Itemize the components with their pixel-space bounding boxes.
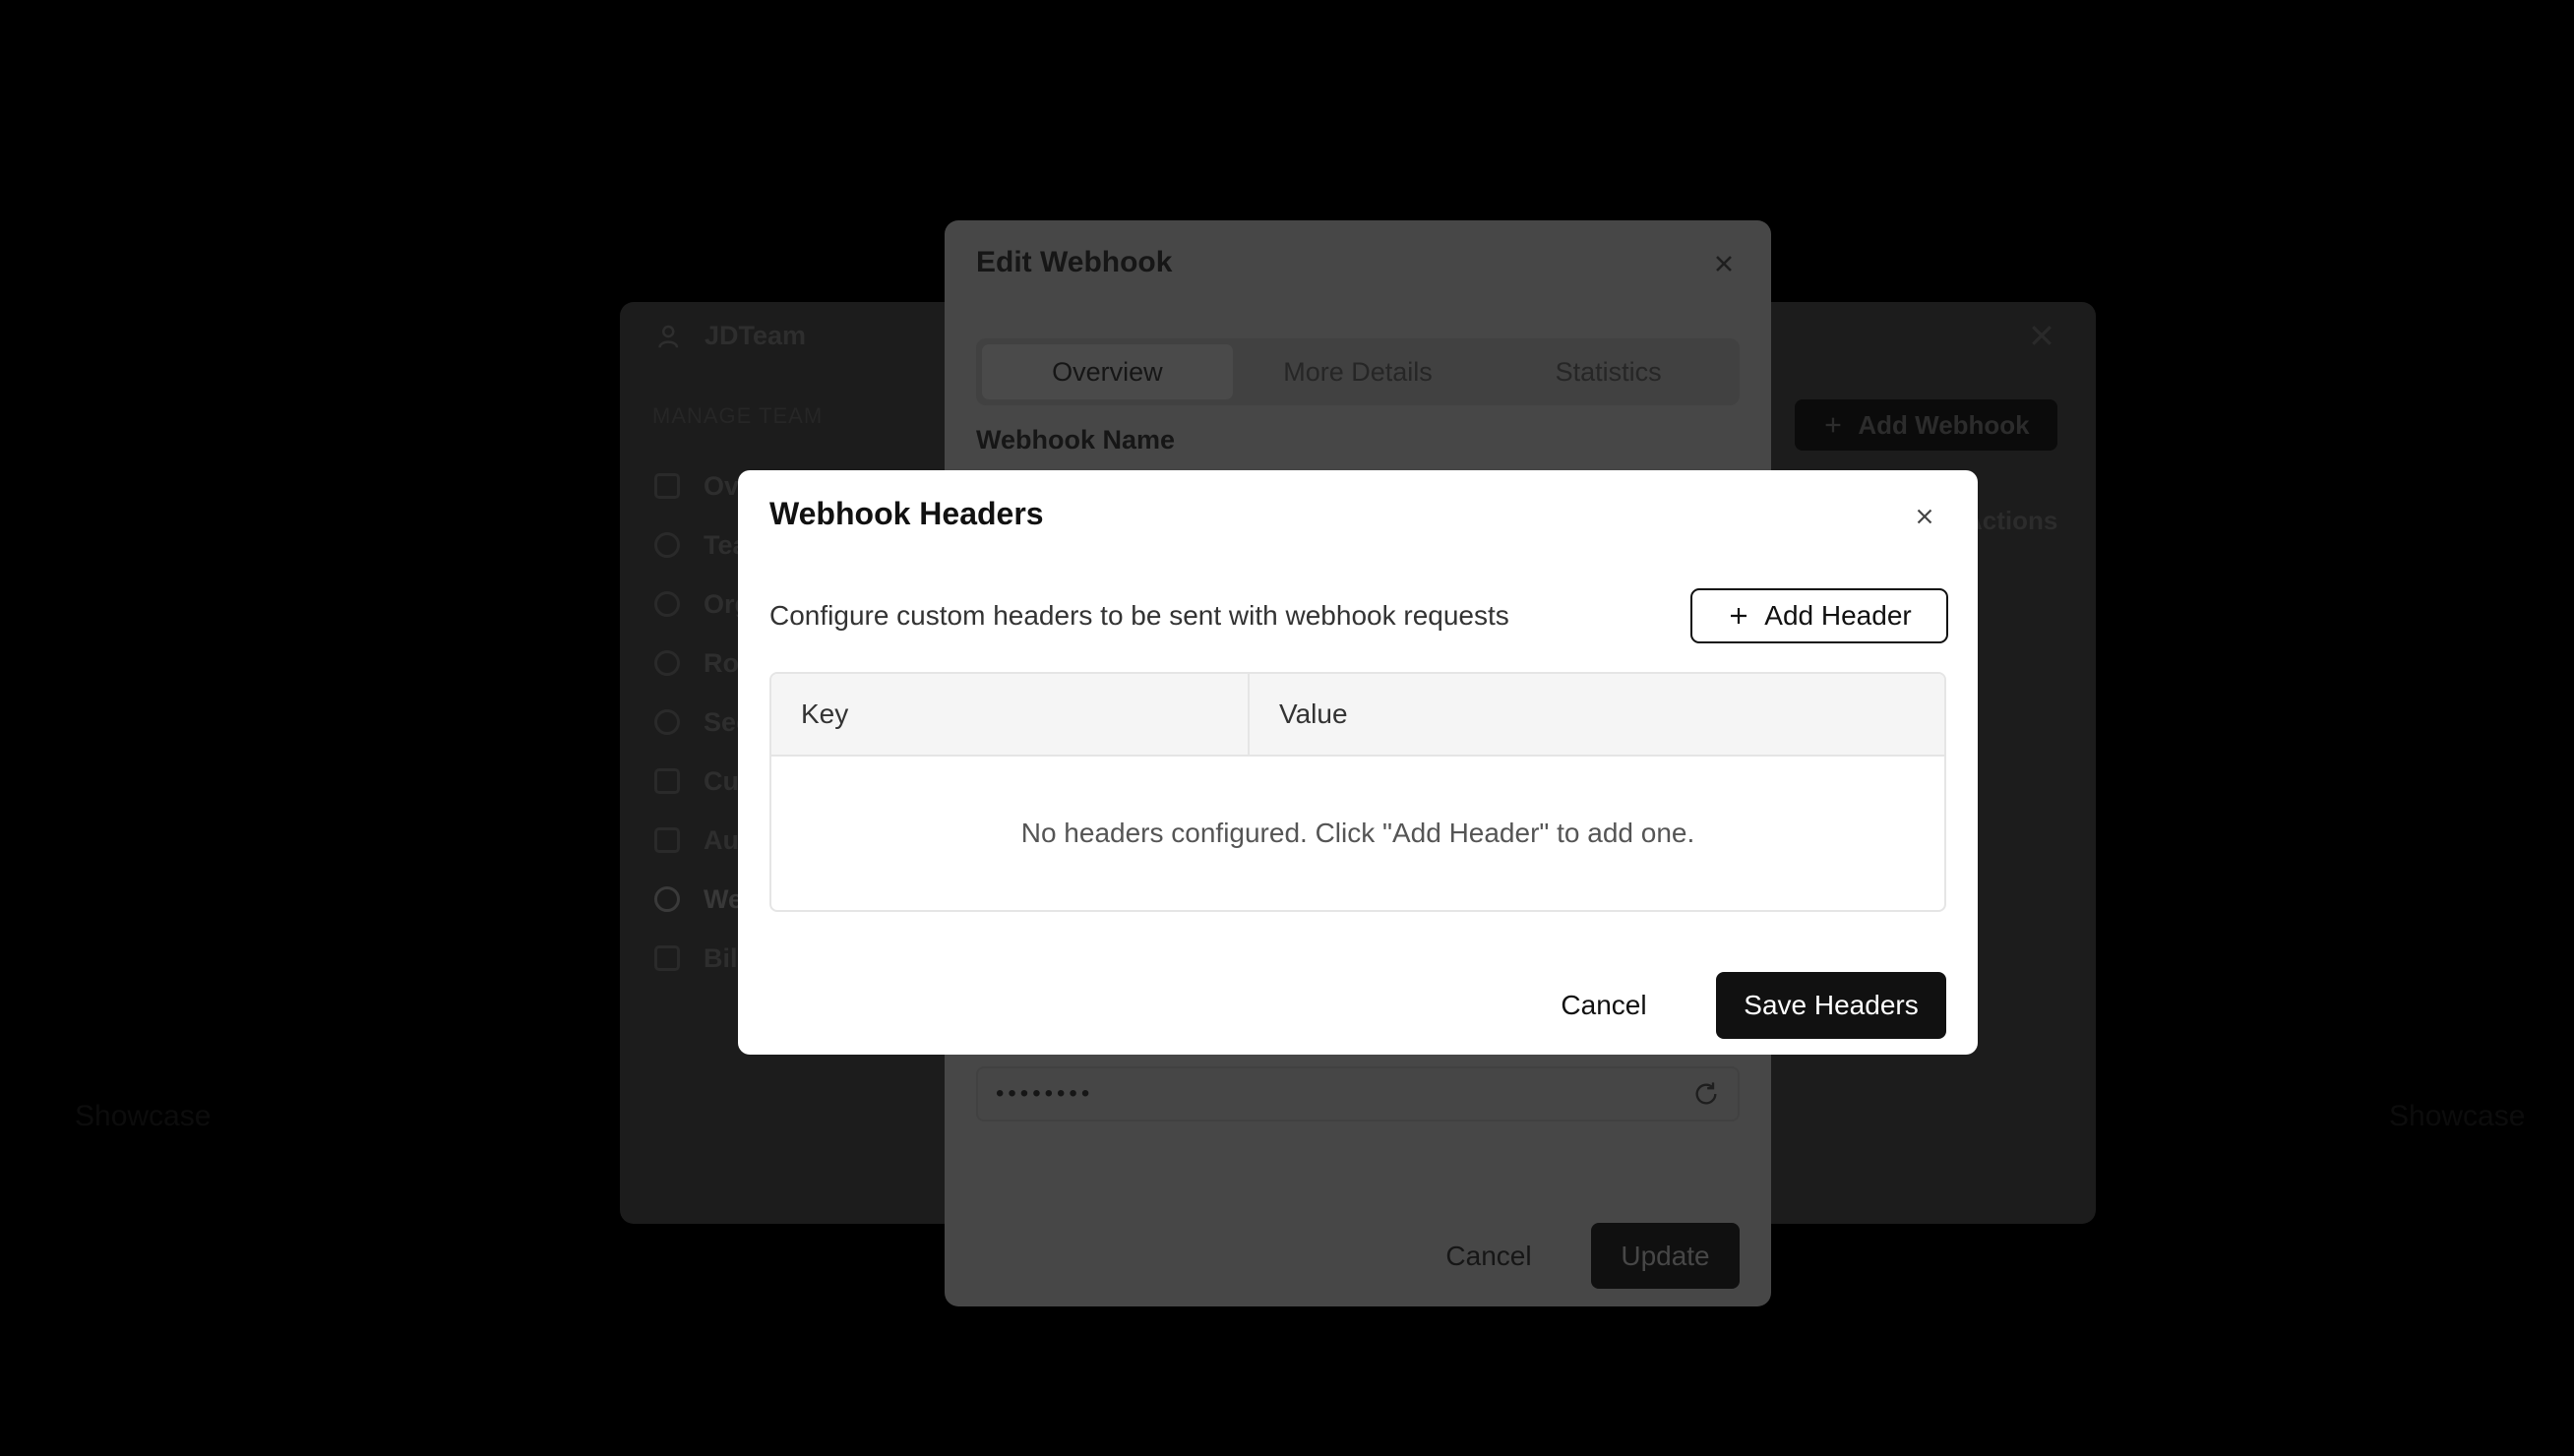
grid-icon xyxy=(654,473,680,499)
gear-icon xyxy=(654,709,680,735)
manage-team-label: MANAGE TEAM xyxy=(652,403,824,428)
screen: Showcase Showcase JDTeam MANAGE TEAM Ove… xyxy=(0,0,2574,1456)
modal-title: Webhook Headers xyxy=(769,496,1044,531)
secret-value: •••••••• xyxy=(996,1080,1094,1107)
column-header-value: Value xyxy=(1279,698,1348,729)
plus-icon xyxy=(1826,417,1841,433)
cancel-button[interactable]: Cancel xyxy=(1533,972,1675,1039)
add-webhook-label: Add Webhook xyxy=(1858,409,2030,440)
team-icon xyxy=(658,325,679,348)
edit-webhook-tabs: Overview More Details Statistics xyxy=(976,338,1740,405)
team-header: JDTeam xyxy=(657,321,806,351)
webhook-headers-modal: Webhook Headers Configure custom headers… xyxy=(738,470,1978,1055)
background-section-label-left: Showcase xyxy=(75,1100,212,1132)
headers-table: Key Value No headers configured. Click "… xyxy=(769,672,1946,912)
add-header-button[interactable]: Add Header xyxy=(1690,588,1948,643)
tab-statistics[interactable]: Statistics xyxy=(1483,344,1734,399)
add-header-label: Add Header xyxy=(1764,600,1912,631)
column-header-actions: Actions xyxy=(1964,506,2058,535)
edit-cancel-button[interactable]: Cancel xyxy=(1407,1224,1570,1289)
update-button[interactable]: Update xyxy=(1591,1223,1740,1289)
user-icon xyxy=(654,532,680,558)
team-name: JDTeam xyxy=(705,321,807,350)
refresh-icon[interactable] xyxy=(1692,1080,1720,1108)
table-header: Key Value xyxy=(771,674,1944,757)
close-icon[interactable] xyxy=(1710,250,1738,277)
close-icon[interactable] xyxy=(2027,321,2056,350)
circle-icon xyxy=(654,650,680,676)
users-icon xyxy=(654,591,680,617)
tab-overview[interactable]: Overview xyxy=(982,344,1233,399)
column-header-key: Key xyxy=(771,674,1250,755)
list-icon xyxy=(654,827,680,853)
empty-state-message: No headers configured. Click "Add Header… xyxy=(1020,818,1695,848)
tab-more-details[interactable]: More Details xyxy=(1233,344,1484,399)
webhook-icon xyxy=(654,886,680,912)
secret-field[interactable]: •••••••• xyxy=(976,1066,1740,1122)
add-webhook-button[interactable]: Add Webhook xyxy=(1795,399,2057,451)
webhook-name-label: Webhook Name xyxy=(976,425,1176,455)
background-section-label-right: Showcase xyxy=(2389,1100,2526,1132)
card-icon xyxy=(654,945,680,971)
save-headers-button[interactable]: Save Headers xyxy=(1716,972,1946,1039)
close-icon[interactable] xyxy=(1912,504,1937,529)
plus-icon xyxy=(1731,608,1747,624)
edit-webhook-title: Edit Webhook xyxy=(976,246,1173,278)
modal-description: Configure custom headers to be sent with… xyxy=(769,600,1509,631)
sliders-icon xyxy=(654,768,680,794)
